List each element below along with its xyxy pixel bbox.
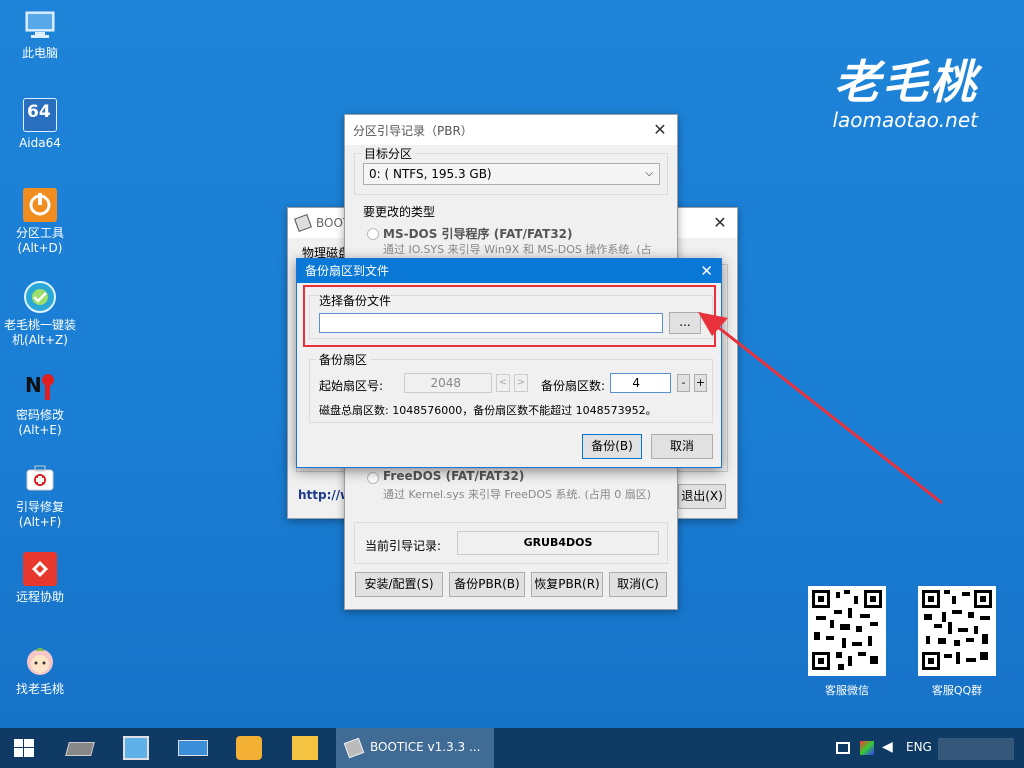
pbr-close-button[interactable]: ✕ (651, 121, 669, 139)
network-icon (836, 742, 850, 754)
taskbar-chip-tool[interactable] (56, 728, 104, 768)
volume-icon: ◀ (882, 739, 893, 755)
start-sector-label: 起始扇区号: (319, 379, 384, 393)
desktop-icon-label: Aida64 (19, 136, 61, 150)
pbr-target-value: 0: ( NTFS, 195.3 GB) (369, 167, 492, 181)
desktop-icon-label: 分区工具 (Alt+D) (15, 226, 64, 255)
pbr-cancel-button[interactable]: 取消(C) (609, 572, 667, 597)
backup-ok-button[interactable]: 备份(B) (582, 434, 642, 459)
folder-icon (292, 736, 318, 760)
taskbar-keyboard-tool[interactable] (170, 728, 218, 768)
bootice-app-icon (294, 214, 312, 232)
pbr-current-label: 当前引导记录: (365, 539, 442, 553)
backup-sector-label: 备份扇区 (316, 351, 371, 368)
desktop-icon-password[interactable]: N 密码修改 (Alt+E) (0, 370, 80, 438)
keyboard-icon (178, 740, 208, 756)
tray-network[interactable] (834, 728, 854, 768)
qr-qq-group: 客服QQ群 (917, 586, 997, 698)
sector-info-text: 磁盘总扇区数: 1048576000，备份扇区数不能超过 1048573952。 (319, 404, 657, 417)
pbr-type-label: 要更改的类型 (363, 205, 436, 219)
annotation-highlight-box (303, 285, 716, 347)
backup-close-button[interactable]: ✕ (700, 259, 713, 283)
qr-label: 客服QQ群 (931, 684, 983, 697)
desktop-icon-find-laomaotao[interactable]: 找老毛桃 (0, 644, 80, 697)
tray-clock-blurred (938, 738, 1014, 760)
qr-code-icon (808, 586, 886, 676)
pbr-target-label: 目标分区 (361, 145, 416, 162)
taskbar-file-explorer[interactable] (282, 728, 330, 768)
bootice-taskbar-label: BOOTICE v1.3.3 ... (370, 740, 481, 754)
pbr-install-button[interactable]: 安装/配置(S) (355, 572, 443, 597)
backup-title-bar: 备份扇区到文件 ✕ (297, 259, 721, 283)
svg-text:N: N (25, 373, 42, 397)
annotation-arrow-icon (698, 312, 943, 505)
msdos-desc: 通过 IO.SYS 来引导 Win9X 和 MS-DOS 操作系统. (占 (383, 243, 652, 256)
freedos-radio[interactable] (367, 472, 379, 484)
computer-icon (23, 8, 57, 42)
install-icon (23, 280, 57, 314)
desktop-icon-one-click-install[interactable]: 老毛桃一键装 机(Alt+Z) (0, 280, 80, 348)
tray-color[interactable] (858, 728, 878, 768)
sector-count-label: 备份扇区数: (541, 379, 606, 393)
desktop-icon-label: 老毛桃一键装 机(Alt+Z) (3, 318, 76, 347)
desktop-icon-label: 密码修改 (Alt+E) (15, 408, 64, 437)
qr-label: 客服微信 (825, 684, 869, 697)
desktop-icon-label: 此电脑 (21, 46, 58, 60)
bootice-close-button[interactable]: ✕ (711, 214, 729, 232)
magnifier-icon (236, 736, 262, 760)
msdos-radio[interactable] (367, 228, 379, 240)
sector-count-input[interactable] (610, 373, 671, 393)
password-key-icon: N (23, 370, 57, 404)
start-next-button[interactable]: > (514, 374, 528, 392)
taskbar: BOOTICE v1.3.3 ... ◀ ENG (0, 728, 1024, 768)
partition-tool-icon (23, 188, 57, 222)
sector-count-minus-button[interactable]: - (677, 374, 690, 392)
start-button[interactable] (0, 728, 48, 768)
monitor-icon (123, 736, 149, 760)
pbr-restore-button[interactable]: 恢复PBR(R) (531, 572, 603, 597)
peach-mascot-icon (23, 644, 57, 678)
desktop-icon-label: 引导修复 (Alt+F) (15, 500, 64, 529)
aida64-badge: 64 (27, 102, 51, 122)
freedos-desc: 通过 Kernel.sys 来引导 FreeDOS 系统. (占用 0 扇区) (383, 488, 652, 501)
brand-script: 老毛桃 (834, 55, 978, 109)
freedos-title: FreeDOS (FAT/FAT32) (383, 469, 525, 483)
windows-logo-icon (14, 739, 34, 757)
tray-volume[interactable]: ◀ (880, 728, 900, 768)
pbr-title-bar: 分区引导记录（PBR） ✕ (345, 115, 677, 145)
start-sector-field: 2048 (404, 373, 492, 393)
desktop-icon-aida64[interactable]: 64 Aida64 (0, 98, 80, 151)
msdos-title: MS-DOS 引导程序 (FAT/FAT32) (383, 227, 573, 241)
brand-url: laomaotao.net (832, 108, 978, 132)
desktop-icon-label: 远程协助 (15, 590, 64, 604)
pbr-backup-button[interactable]: 备份PBR(B) (449, 572, 525, 597)
taskbar-search-tool[interactable] (226, 728, 274, 768)
desktop-icon-remote-assist[interactable]: 远程协助 (0, 552, 80, 605)
brand-logo: 老毛桃 laomaotao.net (832, 46, 978, 132)
aida64-icon: 64 (23, 98, 57, 132)
bootice-taskbar-icon (343, 737, 365, 759)
taskbar-device-manager[interactable] (114, 728, 162, 768)
taskbar-bootice-task[interactable]: BOOTICE v1.3.3 ... (336, 728, 494, 768)
remote-assist-icon (23, 552, 57, 586)
desktop-icon-boot-repair[interactable]: 引导修复 (Alt+F) (0, 462, 80, 530)
desktop-icon-partition-tool[interactable]: 分区工具 (Alt+D) (0, 188, 80, 256)
backup-title: 备份扇区到文件 (305, 264, 390, 278)
memory-chip-icon (65, 742, 95, 756)
qr-code-icon (918, 586, 996, 676)
qr-wechat: 客服微信 (807, 586, 887, 698)
desktop-icon-label: 找老毛桃 (15, 682, 64, 696)
color-palette-icon (860, 741, 874, 755)
pbr-title: 分区引导记录（PBR） (353, 123, 473, 138)
tray-language[interactable]: ENG (906, 740, 932, 754)
chevron-down-icon: ⌵ (645, 168, 653, 179)
pbr-target-select[interactable]: 0: ( NTFS, 195.3 GB) ⌵ (363, 163, 660, 185)
pbr-current-value: GRUB4DOS (457, 531, 659, 555)
desktop-icon-this-pc[interactable]: 此电脑 (0, 8, 80, 61)
start-prev-button[interactable]: < (496, 374, 510, 392)
first-aid-icon (23, 462, 57, 496)
